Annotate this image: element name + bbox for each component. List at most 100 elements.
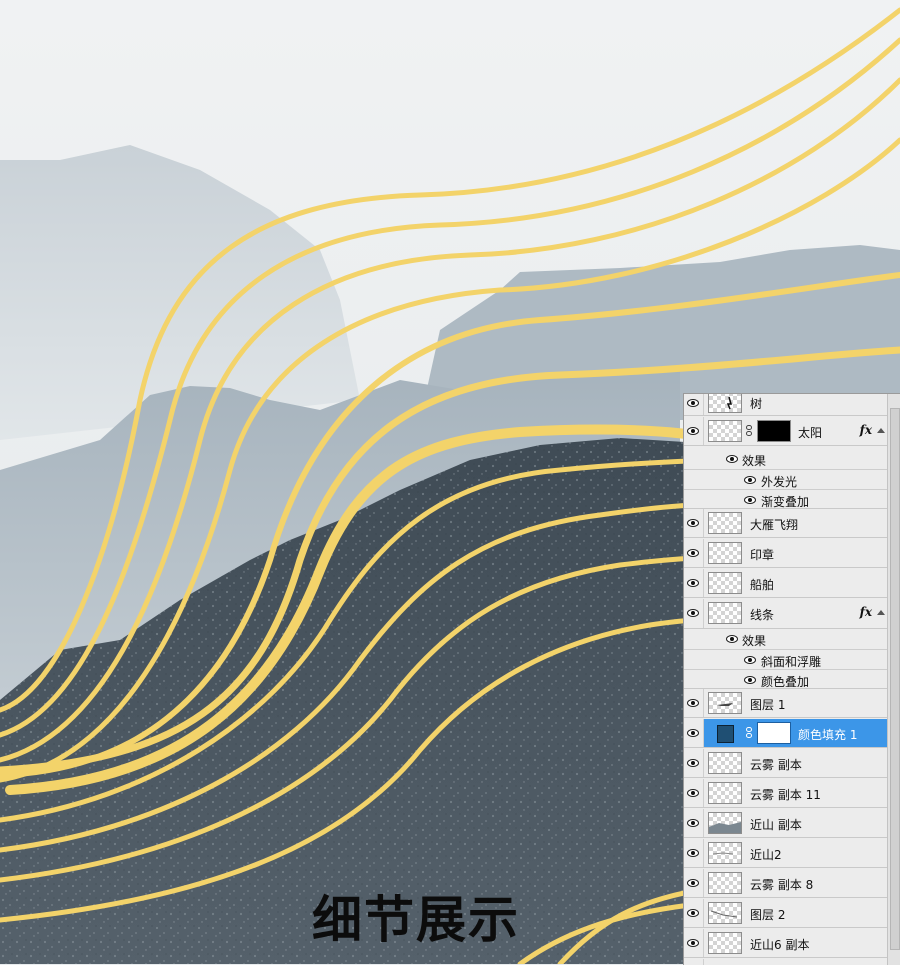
layer-name: 近山 副本 (750, 818, 802, 832)
expand-effects-toggle[interactable] (877, 428, 885, 433)
layers-panel: 树 太阳 fx 效果 外发光 渐变叠加 大雁飞翔 印章 船舶 线条 fx 效果 … (683, 393, 900, 965)
layer-name: 太阳 (798, 426, 823, 440)
layer-thumbnail (708, 602, 742, 624)
layer-name: 大雁飞翔 (750, 518, 799, 532)
effect-name: 斜面和浮雕 (761, 655, 822, 669)
layer-row-lines[interactable]: 线条 fx (684, 599, 888, 629)
layer-row[interactable]: 近山6 副本 (684, 929, 888, 958)
layer-row[interactable]: 近山2 (684, 839, 888, 868)
mountain-thumb-icon (712, 852, 734, 855)
eye-icon (687, 609, 699, 617)
effect-item[interactable]: 颜色叠加 (684, 669, 888, 689)
effects-group[interactable]: 效果 (684, 449, 888, 469)
layer-row-sun[interactable]: 太阳 fx (684, 417, 888, 446)
layer-row[interactable]: 印章 (684, 539, 888, 568)
layer-thumbnail (708, 842, 742, 864)
layer-row[interactable] (684, 959, 888, 965)
visibility-toggle[interactable] (684, 749, 704, 777)
layer-name: 印章 (750, 548, 775, 562)
layer-row-selected[interactable]: 颜色填充 1 (684, 719, 888, 748)
layer-thumbnail (708, 420, 742, 442)
layer-name: 云雾 副本 11 (750, 788, 821, 802)
visibility-toggle[interactable] (684, 509, 704, 537)
layer-row[interactable]: 大雁飞翔 (684, 509, 888, 538)
layer-name: 颜色填充 1 (798, 728, 858, 742)
layer-thumbnail (708, 542, 742, 564)
layer-row[interactable]: 船舶 (684, 569, 888, 598)
visibility-toggle[interactable] (684, 569, 704, 597)
eye-icon (744, 476, 756, 484)
visibility-toggle[interactable] (684, 959, 704, 965)
eye-icon (687, 789, 699, 797)
layer-row[interactable]: 图层 2 (684, 899, 888, 928)
effects-group[interactable]: 效果 (684, 629, 888, 649)
visibility-toggle[interactable] (684, 599, 704, 628)
visibility-toggle[interactable] (684, 899, 704, 927)
layer-thumbnail (708, 872, 742, 894)
eye-icon (687, 759, 699, 767)
visibility-toggle[interactable] (684, 779, 704, 807)
layer-row[interactable]: 云雾 副本 8 (684, 869, 888, 898)
eye-icon (687, 519, 699, 527)
eye-icon (687, 699, 699, 707)
layer-name: 树 (750, 397, 763, 411)
eye-icon (687, 849, 699, 857)
effect-item[interactable]: 渐变叠加 (684, 489, 888, 509)
layers-scrollbar[interactable] (887, 394, 900, 965)
visibility-toggle[interactable] (684, 689, 704, 717)
layer-name: 线条 (750, 608, 775, 622)
effect-name: 渐变叠加 (761, 495, 810, 509)
eye-icon (687, 939, 699, 947)
layer-row[interactable]: 图层 1 (684, 689, 888, 718)
fx-icon[interactable]: fx (860, 605, 872, 619)
layer-row[interactable]: 云雾 副本 11 (684, 779, 888, 808)
layer-name: 图层 1 (750, 698, 786, 712)
layer-row[interactable]: 云雾 副本 (684, 749, 888, 778)
eye-icon (687, 819, 699, 827)
layer-name: 云雾 副本 8 (750, 878, 814, 892)
layer-thumbnail (708, 812, 742, 834)
eye-icon (687, 729, 699, 737)
layer-row-tree[interactable]: 树 (684, 394, 888, 416)
mountain-thumb-icon (710, 910, 738, 918)
link-chain-icon (746, 425, 752, 436)
visibility-toggle[interactable] (684, 539, 704, 567)
effects-label: 效果 (742, 454, 767, 468)
eye-icon (744, 656, 756, 664)
visibility-toggle[interactable] (684, 417, 704, 445)
layer-thumbnail (708, 512, 742, 534)
visibility-toggle[interactable] (684, 869, 704, 897)
mountain-thumb-icon (709, 822, 741, 833)
layer-name: 近山2 (750, 848, 782, 862)
tree-silhouette-icon (726, 396, 732, 410)
layer-mask-thumbnail (757, 722, 791, 744)
layer-thumbnail (708, 572, 742, 594)
eye-icon (687, 579, 699, 587)
effect-item[interactable]: 斜面和浮雕 (684, 649, 888, 669)
layer-name: 船舶 (750, 578, 775, 592)
effects-label: 效果 (742, 634, 767, 648)
visibility-toggle[interactable] (684, 839, 704, 867)
eye-icon (687, 399, 699, 407)
layer-name: 云雾 副本 (750, 758, 802, 772)
layer-thumbnail (708, 902, 742, 924)
effect-name: 颜色叠加 (761, 675, 810, 689)
visibility-toggle[interactable] (684, 719, 704, 747)
fill-color-swatch[interactable] (717, 725, 734, 743)
eye-icon (726, 455, 738, 463)
eye-icon (687, 879, 699, 887)
eye-icon (687, 427, 699, 435)
effect-item[interactable]: 外发光 (684, 469, 888, 489)
layer-row[interactable]: 近山 副本 (684, 809, 888, 838)
visibility-toggle[interactable] (684, 394, 704, 415)
layer-name: 图层 2 (750, 908, 786, 922)
fx-icon[interactable]: fx (860, 423, 872, 437)
layer-thumbnail (708, 752, 742, 774)
visibility-toggle[interactable] (684, 929, 704, 957)
scrollbar-thumb[interactable] (890, 408, 900, 950)
visibility-toggle[interactable] (684, 809, 704, 837)
effect-name: 外发光 (761, 475, 798, 489)
layer-thumbnail (708, 692, 742, 714)
eye-icon (687, 909, 699, 917)
expand-effects-toggle[interactable] (877, 610, 885, 615)
